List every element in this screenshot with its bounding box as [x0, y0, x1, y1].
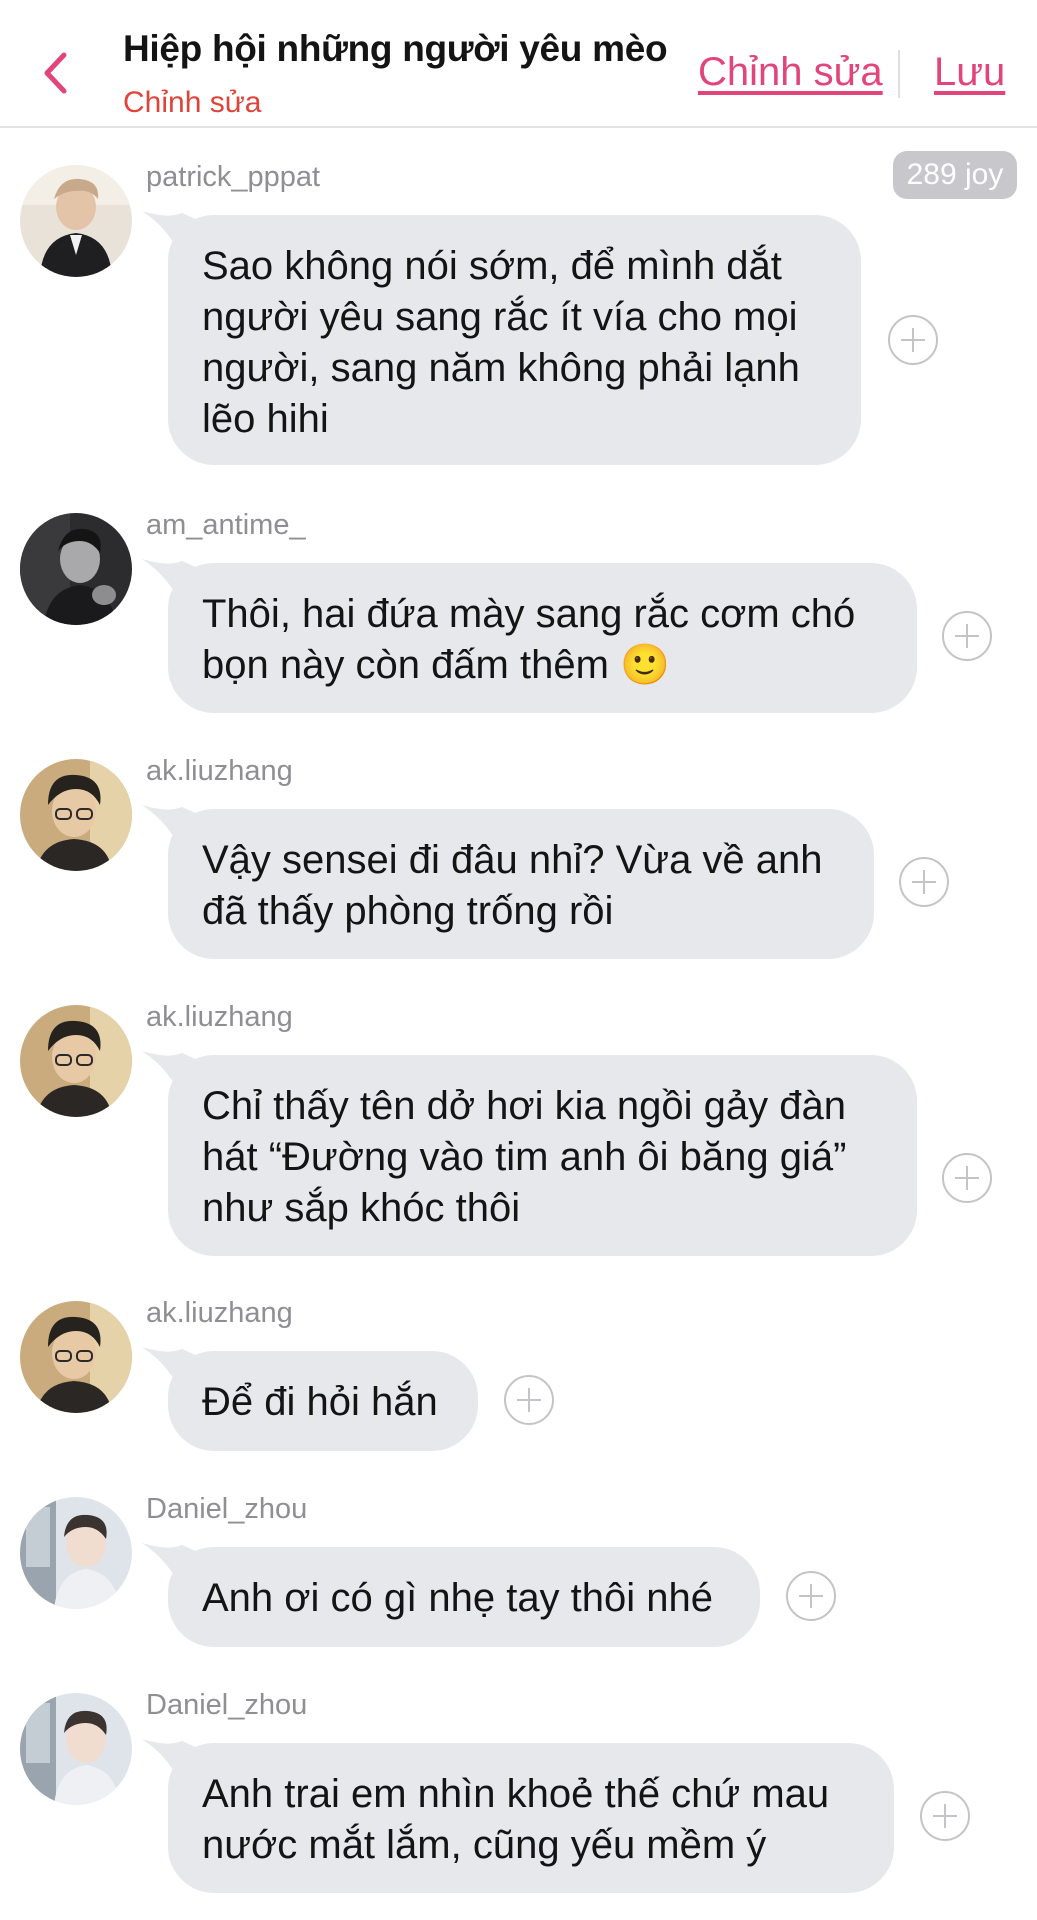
back-button[interactable] [38, 50, 72, 96]
header: Hiệp hội những người yêu mèo Chỉnh sửa C… [0, 0, 1037, 128]
avatar[interactable] [20, 1693, 132, 1805]
add-reaction-button[interactable] [942, 611, 992, 661]
avatar[interactable] [20, 1005, 132, 1117]
message-username: patrick_pppat [146, 161, 321, 193]
message-username: Daniel_zhou [146, 1493, 308, 1525]
avatar[interactable] [20, 759, 132, 871]
edit-button[interactable]: Chỉnh sửa [698, 50, 883, 95]
add-reaction-button[interactable] [888, 315, 938, 365]
message-bubble: Sao không nói sớm, để mình dắt người yêu… [168, 215, 861, 465]
chat-subtitle: Chỉnh sửa [123, 86, 262, 119]
message-bubble: Vậy sensei đi đâu nhỉ? Vừa về anh đã thấ… [168, 809, 874, 959]
message-bubble: Thôi, hai đứa mày sang rắc cơm chó bọn n… [168, 563, 917, 713]
avatar[interactable] [20, 165, 132, 277]
add-reaction-button[interactable] [786, 1571, 836, 1621]
save-button[interactable]: Lưu [934, 50, 1005, 95]
message-username: ak.liuzhang [146, 1001, 293, 1033]
header-divider [898, 50, 900, 98]
chat-title: Hiệp hội những người yêu mèo [123, 28, 668, 69]
message-bubble: Anh trai em nhìn khoẻ thế chứ mau nước m… [168, 1743, 894, 1893]
message-bubble: Anh ơi có gì nhẹ tay thôi nhé [168, 1547, 760, 1647]
add-reaction-button[interactable] [504, 1375, 554, 1425]
chevron-left-icon [44, 52, 67, 94]
add-reaction-button[interactable] [899, 857, 949, 907]
message-username: ak.liuzhang [146, 1297, 293, 1329]
message-username: Daniel_zhou [146, 1689, 308, 1721]
avatar[interactable] [20, 513, 132, 625]
add-reaction-button[interactable] [942, 1153, 992, 1203]
message-username: ak.liuzhang [146, 755, 293, 787]
avatar[interactable] [20, 1301, 132, 1413]
message-username: am_antime_ [146, 509, 306, 541]
joy-badge: 289 joy [893, 151, 1017, 199]
message-bubble: Để đi hỏi hắn [168, 1351, 478, 1451]
message-bubble: Chỉ thấy tên dở hơi kia ngồi gảy đàn hát… [168, 1055, 917, 1256]
avatar[interactable] [20, 1497, 132, 1609]
add-reaction-button[interactable] [920, 1791, 970, 1841]
